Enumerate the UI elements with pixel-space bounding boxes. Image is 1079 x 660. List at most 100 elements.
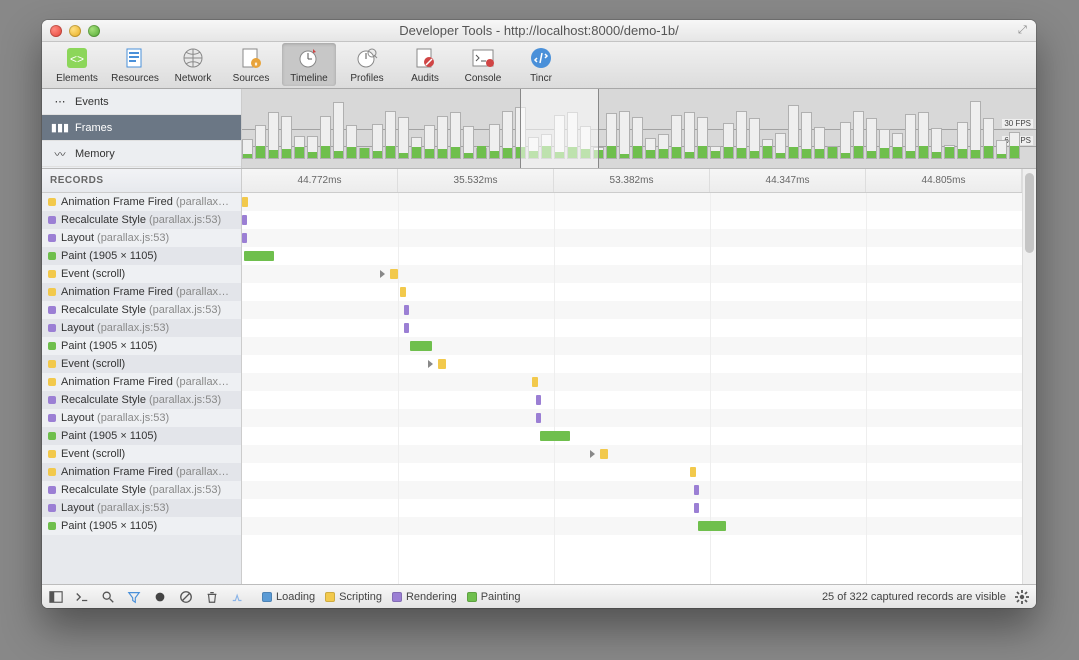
record-row[interactable]: Paint (1905 × 1105) <box>42 247 241 265</box>
category-dot-icon <box>48 486 56 494</box>
category-dot-icon <box>48 522 56 530</box>
disclosure-triangle-icon[interactable] <box>380 270 385 278</box>
records-header: RECORDS <box>42 169 241 193</box>
timeline-bar[interactable] <box>242 197 248 207</box>
dock-icon[interactable] <box>48 589 64 605</box>
time-header: 44.772ms35.532ms53.382ms44.347ms44.805ms <box>242 169 1022 193</box>
record-row[interactable]: Recalculate Style(parallax.js:53) <box>42 391 241 409</box>
category-dot-icon <box>48 432 56 440</box>
timeline-bar[interactable] <box>242 233 247 243</box>
statusbar: Loading Scripting Rendering Painting 25 … <box>42 584 1036 608</box>
timeline-bar[interactable] <box>390 269 398 279</box>
record-row[interactable]: Animation Frame Fired(parallax… <box>42 463 241 481</box>
filter-icon[interactable] <box>126 589 142 605</box>
record-row[interactable]: Animation Frame Fired(parallax… <box>42 193 241 211</box>
search-icon[interactable] <box>100 589 116 605</box>
tab-audits[interactable]: Audits <box>398 43 452 86</box>
record-row[interactable]: Layout(parallax.js:53) <box>42 409 241 427</box>
category-dot-icon <box>48 198 56 206</box>
network-icon <box>180 45 206 71</box>
view-tab-memory[interactable]: 〰Memory <box>42 141 241 167</box>
category-dot-icon <box>48 468 56 476</box>
legend-scripting: Scripting <box>339 591 382 603</box>
records-column: RECORDS Animation Frame Fired(parallax…R… <box>42 169 242 584</box>
timeline-bar[interactable] <box>410 341 432 351</box>
view-tab-frames[interactable]: ▮▮▮Frames <box>42 115 241 141</box>
record-row[interactable]: Paint (1905 × 1105) <box>42 337 241 355</box>
time-header-cell: 44.772ms <box>242 169 398 192</box>
category-dot-icon <box>48 504 56 512</box>
category-dot-icon <box>48 450 56 458</box>
record-row[interactable]: Event (scroll) <box>42 355 241 373</box>
grid-body[interactable] <box>242 193 1022 584</box>
scrollbar-thumb[interactable] <box>1025 173 1034 253</box>
console-toggle-icon[interactable] <box>74 589 90 605</box>
disclosure-triangle-icon[interactable] <box>428 360 433 368</box>
glue-icon[interactable] <box>230 589 246 605</box>
timeline-bar[interactable] <box>694 503 699 513</box>
record-row[interactable]: Animation Frame Fired(parallax… <box>42 283 241 301</box>
gear-icon[interactable] <box>1014 589 1030 605</box>
close-icon[interactable] <box>50 25 62 37</box>
tab-console[interactable]: Console <box>456 43 510 86</box>
record-row[interactable]: Recalculate Style(parallax.js:53) <box>42 301 241 319</box>
tab-sources[interactable]: ⏸Sources <box>224 43 278 86</box>
timeline-area: RECORDS Animation Frame Fired(parallax…R… <box>42 169 1036 584</box>
clear-icon[interactable] <box>178 589 194 605</box>
record-row[interactable]: Paint (1905 × 1105) <box>42 427 241 445</box>
record-row[interactable]: Layout(parallax.js:53) <box>42 319 241 337</box>
svg-text:⏸: ⏸ <box>254 61 258 68</box>
record-row[interactable]: Recalculate Style(parallax.js:53) <box>42 211 241 229</box>
time-header-cell: 44.347ms <box>710 169 866 192</box>
expand-icon[interactable]: ⤢ <box>1018 24 1030 36</box>
overview-chart[interactable]: 30 FPS 60 FPS <box>242 89 1036 168</box>
timeline-bar[interactable] <box>698 521 726 531</box>
timeline-bar[interactable] <box>694 485 699 495</box>
record-row[interactable]: Paint (1905 × 1105) <box>42 517 241 535</box>
timeline-bar[interactable] <box>536 413 541 423</box>
window-title: Developer Tools - http://localhost:8000/… <box>42 23 1036 38</box>
resources-icon <box>122 45 148 71</box>
record-row[interactable]: Animation Frame Fired(parallax… <box>42 373 241 391</box>
timeline-bar[interactable] <box>600 449 608 459</box>
overview-brush[interactable] <box>520 89 599 168</box>
view-tab-events[interactable]: ⋯Events <box>42 89 241 115</box>
tab-elements[interactable]: <>Elements <box>50 43 104 86</box>
category-dot-icon <box>48 414 56 422</box>
category-dot-icon <box>48 342 56 350</box>
record-row[interactable]: Layout(parallax.js:53) <box>42 229 241 247</box>
vertical-scrollbar[interactable] <box>1022 169 1036 584</box>
timeline-bar[interactable] <box>404 323 409 333</box>
time-header-cell: 44.805ms <box>866 169 1022 192</box>
record-icon[interactable] <box>152 589 168 605</box>
timeline-bar[interactable] <box>400 287 406 297</box>
tab-timeline[interactable]: Timeline <box>282 43 336 86</box>
timeline-bar[interactable] <box>536 395 541 405</box>
timeline-bar[interactable] <box>690 467 696 477</box>
timeline-bar[interactable] <box>404 305 409 315</box>
category-dot-icon <box>48 216 56 224</box>
memory-glyph-icon: 〰 <box>52 146 68 162</box>
disclosure-triangle-icon[interactable] <box>590 450 595 458</box>
tab-profiles[interactable]: Profiles <box>340 43 394 86</box>
zoom-icon[interactable] <box>88 25 100 37</box>
tab-resources[interactable]: Resources <box>108 43 162 86</box>
timeline-bar[interactable] <box>242 215 247 225</box>
category-dot-icon <box>48 378 56 386</box>
record-row[interactable]: Layout(parallax.js:53) <box>42 499 241 517</box>
records-list[interactable]: Animation Frame Fired(parallax…Recalcula… <box>42 193 241 584</box>
minimize-icon[interactable] <box>69 25 81 37</box>
tab-tincr[interactable]: Tincr <box>514 43 568 86</box>
category-dot-icon <box>48 288 56 296</box>
record-row[interactable]: Event (scroll) <box>42 265 241 283</box>
legend-rendering: Rendering <box>406 591 457 603</box>
timeline-bar[interactable] <box>540 431 570 441</box>
garbage-icon[interactable] <box>204 589 220 605</box>
record-row[interactable]: Recalculate Style(parallax.js:53) <box>42 481 241 499</box>
tab-network[interactable]: Network <box>166 43 220 86</box>
timeline-bar[interactable] <box>532 377 538 387</box>
record-row[interactable]: Event (scroll) <box>42 445 241 463</box>
timeline-bar[interactable] <box>244 251 274 261</box>
timeline-bar[interactable] <box>438 359 446 369</box>
profiles-icon <box>354 45 380 71</box>
